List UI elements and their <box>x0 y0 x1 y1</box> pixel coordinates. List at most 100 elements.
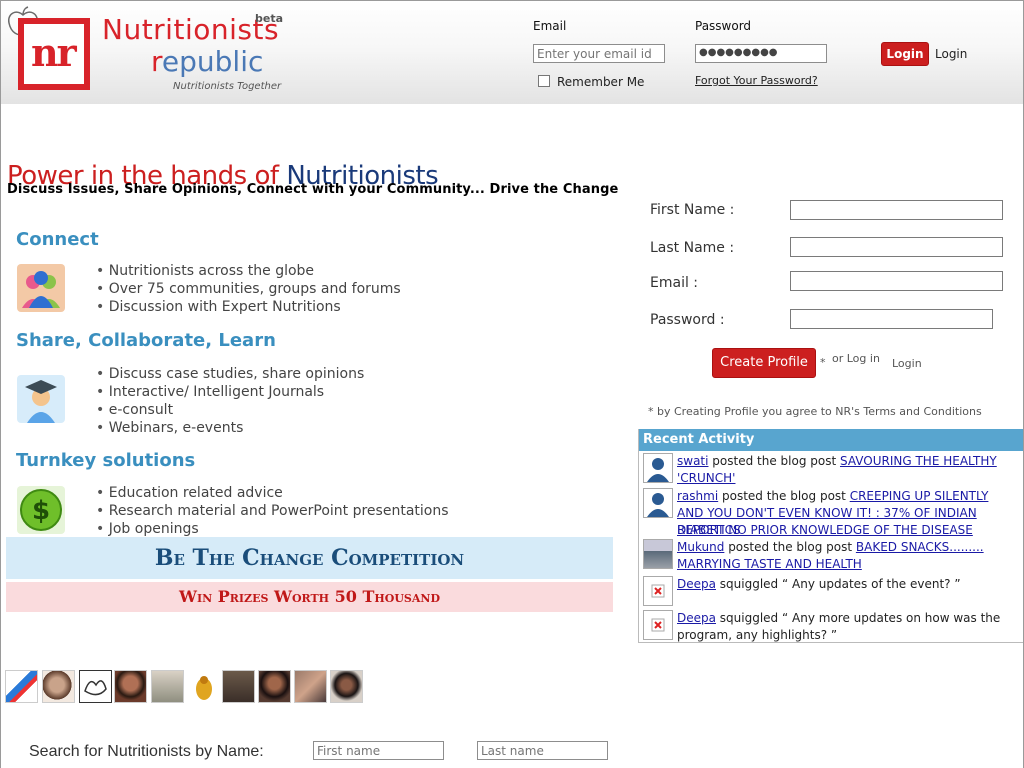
login-button[interactable]: Login <box>881 42 929 66</box>
activity-text: Deepa squiggled “ Any updates of the eve… <box>677 576 1017 593</box>
list-item: Interactive/ Intelligent Journals <box>96 383 364 401</box>
activity-user-link[interactable]: swati <box>677 454 708 468</box>
remember-me-checkbox[interactable] <box>538 75 550 87</box>
create-profile-button[interactable]: Create Profile <box>712 348 816 378</box>
activity-text: swati posted the blog post Savouring the… <box>677 453 1017 487</box>
member-avatar[interactable] <box>222 670 255 703</box>
member-avatar[interactable] <box>5 670 38 703</box>
asterisk: * <box>820 356 826 369</box>
site-logo[interactable]: nr <box>18 18 90 90</box>
user-silhouette-icon <box>644 489 672 517</box>
search-first-name-input[interactable] <box>313 741 444 760</box>
login-email-input[interactable] <box>533 44 665 63</box>
activity-text: Mukund posted the blog post Baked Snacks… <box>677 539 1017 573</box>
dollar-icon: $ <box>17 486 65 534</box>
activity-quote: “ Any updates of the event? ” <box>782 577 961 591</box>
avatar[interactable] <box>643 488 673 518</box>
logo-text: nr <box>31 30 77 75</box>
activity-text: Deepa squiggled “ Any more updates on ho… <box>677 610 1017 644</box>
remember-me-label: Remember Me <box>557 75 645 89</box>
activity-action: squiggled <box>715 577 782 591</box>
activity-action: squiggled <box>715 611 782 625</box>
activity-user-link[interactable]: Mukund <box>677 540 724 554</box>
search-last-name-input[interactable] <box>477 741 608 760</box>
connect-bullets: Nutritionists across the globe Over 75 c… <box>96 262 401 316</box>
activity-item: swati posted the blog post Savouring the… <box>643 453 1018 485</box>
activity-item: rashmi posted the blog post Creeping up … <box>643 488 1018 537</box>
password-field[interactable] <box>790 309 993 329</box>
user-silhouette-icon <box>644 454 672 482</box>
section-heading-connect: Connect <box>16 229 99 250</box>
avatar[interactable] <box>643 539 673 569</box>
activity-item: Deepa squiggled “ Any updates of the eve… <box>643 576 1018 606</box>
login-password-input[interactable]: ●●●●●●●●● <box>695 44 827 63</box>
share-bullets: Discuss case studies, share opinions Int… <box>96 365 365 437</box>
password-signup-label: Password : <box>650 312 725 328</box>
email-label: Email <box>533 19 567 33</box>
list-item: Webinars, e-events <box>96 419 364 437</box>
first-name-field[interactable] <box>790 200 1003 220</box>
sketch-icon <box>84 680 107 696</box>
activity-user-link[interactable]: Deepa <box>677 611 716 625</box>
brand-name-line2-rest: epublic <box>161 45 264 78</box>
activity-user-link[interactable]: rashmi <box>677 489 718 503</box>
list-item: Discuss case studies, share opinions <box>96 365 365 383</box>
avatar[interactable] <box>643 610 673 640</box>
broken-image-icon <box>651 618 665 632</box>
hero-subtitle: Discuss Issues, Share Opinions, Connect … <box>7 182 619 197</box>
activity-item: Deepa squiggled “ Any more updates on ho… <box>643 610 1018 642</box>
activity-item-continuation: Report no prior knowledge of the disease <box>677 522 1023 539</box>
beta-badge: beta <box>255 12 284 25</box>
list-item: e-consult <box>96 401 364 419</box>
list-item: Research material and PowerPoint present… <box>96 502 449 520</box>
member-avatar[interactable] <box>114 670 147 703</box>
activity-user-link[interactable]: Deepa <box>677 577 716 591</box>
page: nr Nutritionists beta republic Nutrition… <box>0 0 1024 768</box>
member-avatar[interactable] <box>151 670 184 703</box>
activity-item: Mukund posted the blog post Baked Snacks… <box>643 539 1018 573</box>
community-icon <box>17 264 65 312</box>
section-heading-turnkey: Turnkey solutions <box>16 450 196 471</box>
password-label: Password <box>695 19 752 33</box>
signup-login-link[interactable]: Login <box>892 357 922 370</box>
member-avatar[interactable] <box>330 670 363 703</box>
terms-notice: * by Creating Profile you agree to NR's … <box>648 405 982 418</box>
search-label: Search for Nutritionists by Name: <box>29 743 264 760</box>
avatar[interactable] <box>643 576 673 606</box>
member-avatar[interactable] <box>79 670 112 703</box>
list-item: Education related advice <box>96 484 449 502</box>
list-item: Discussion with Expert Nutritions <box>96 298 401 316</box>
member-avatar[interactable] <box>258 670 291 703</box>
activity-action: posted the blog post <box>724 540 856 554</box>
or-login-text: or Log in <box>832 352 880 365</box>
last-name-label: Last Name : <box>650 240 735 256</box>
recent-activity-heading: Recent Activity <box>639 429 1023 451</box>
recent-activity-panel: Recent Activity swati posted the blog po… <box>638 429 1023 643</box>
last-name-field[interactable] <box>790 237 1003 257</box>
graduate-icon <box>17 375 65 423</box>
brand-name-line1: Nutritionists <box>102 13 280 46</box>
avatar[interactable] <box>643 453 673 483</box>
email-signup-label: Email : <box>650 275 699 291</box>
member-avatar[interactable] <box>42 670 75 703</box>
member-avatar[interactable] <box>294 670 327 703</box>
broken-image-icon <box>651 584 665 598</box>
activity-action: posted the blog post <box>708 454 840 468</box>
section-heading-share: Share, Collaborate, Learn <box>16 330 276 351</box>
tagline: Nutritionists Together <box>173 81 282 92</box>
competition-banner[interactable]: Be The Change Competition <box>6 537 613 579</box>
site-header: nr Nutritionists beta republic Nutrition… <box>1 1 1023 104</box>
idol-icon <box>196 676 212 700</box>
svg-text:$: $ <box>32 496 50 526</box>
list-item: Nutritionists across the globe <box>96 262 401 280</box>
list-item: Job openings <box>96 520 449 538</box>
forgot-password-link[interactable]: Forgot Your Password? <box>695 74 818 87</box>
email-field[interactable] <box>790 271 1003 291</box>
brand-name-line2: republic <box>151 45 264 78</box>
login-link[interactable]: Login <box>935 47 967 61</box>
activity-title-link[interactable]: Report no prior knowledge of the disease <box>677 523 973 537</box>
turnkey-bullets: Education related advice Research materi… <box>96 484 449 538</box>
list-item: Over 75 communities, groups and forums <box>96 280 401 298</box>
member-avatar[interactable] <box>188 670 221 703</box>
prizes-banner[interactable]: Win Prizes Worth 50 Thousand <box>6 582 613 612</box>
